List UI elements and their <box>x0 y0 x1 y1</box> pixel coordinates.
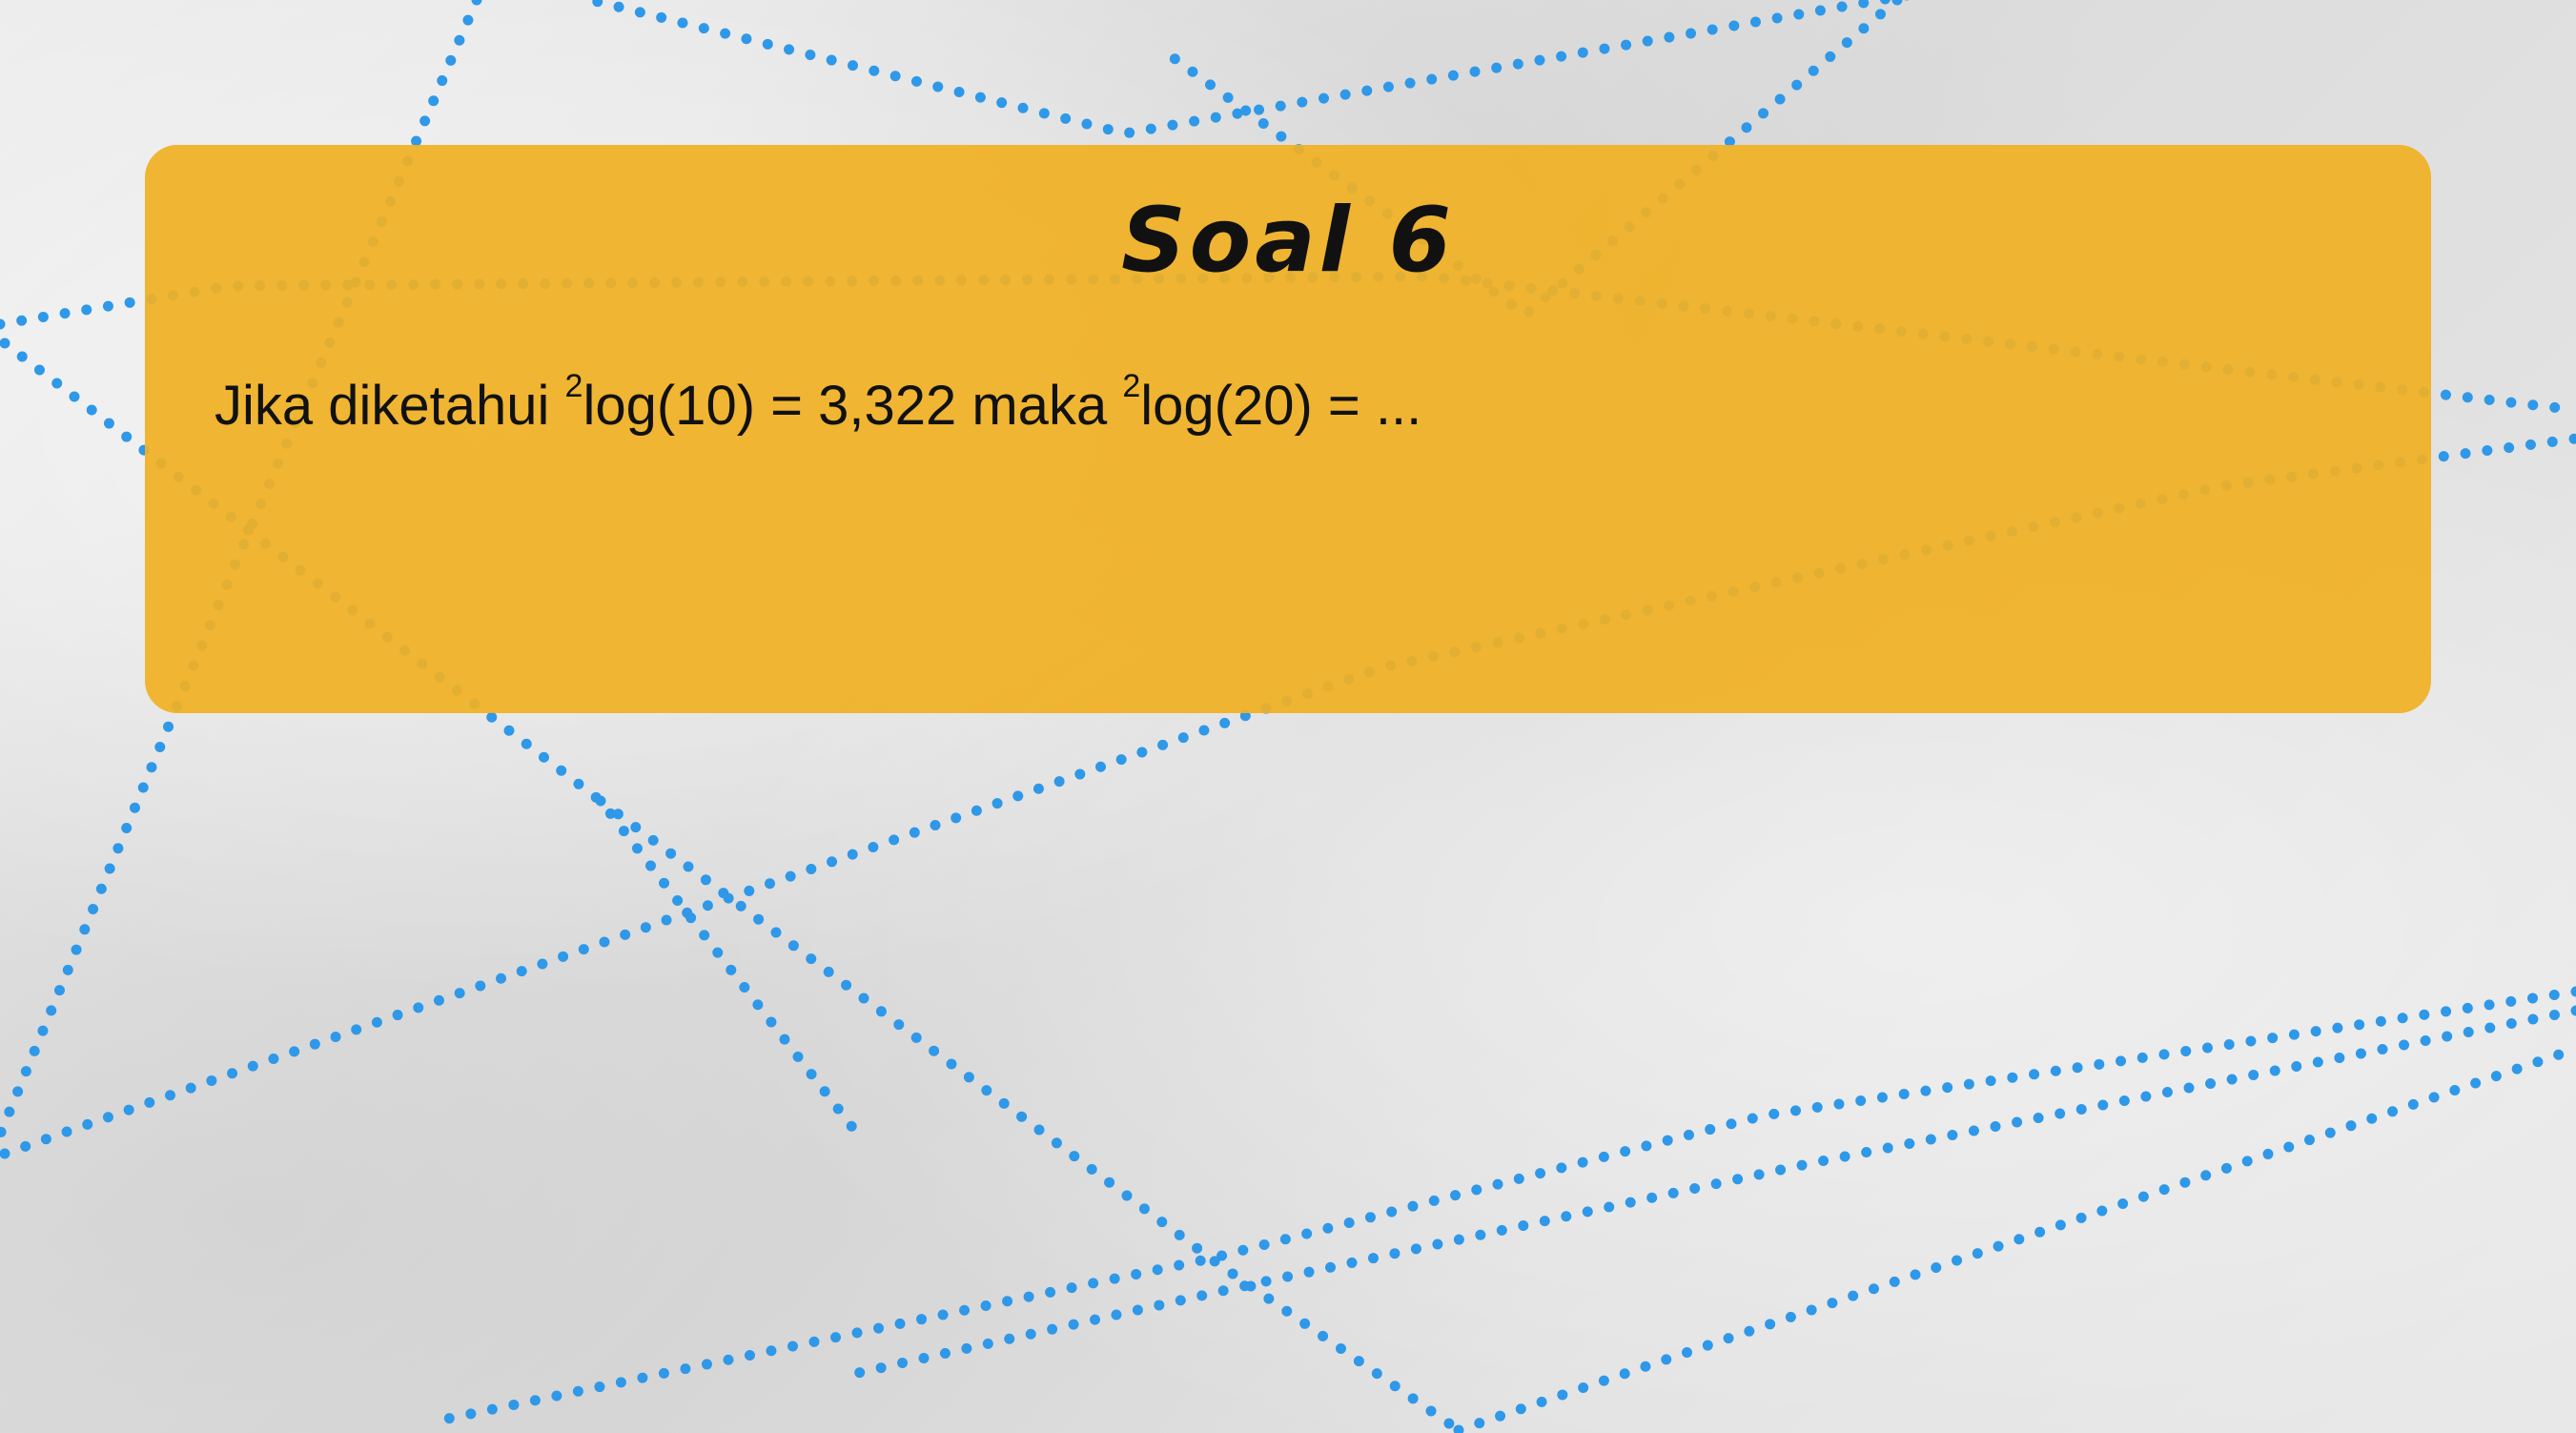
question-expression-1: log(10) = 3,322 maka <box>583 375 1123 437</box>
slide-title: Soal 6 <box>1120 189 1456 293</box>
question-expression-2: log(20) = ... <box>1140 375 1422 437</box>
log-base-superscript: 2 <box>1122 368 1141 405</box>
question-intro: Jika diketahui <box>215 375 565 437</box>
question-text: Jika diketahui 2log(10) = 3,322 maka 2lo… <box>215 370 1422 438</box>
log-base-superscript: 2 <box>564 368 583 405</box>
question-card: Soal 6 Jika diketahui 2log(10) = 3,322 m… <box>145 145 2431 713</box>
